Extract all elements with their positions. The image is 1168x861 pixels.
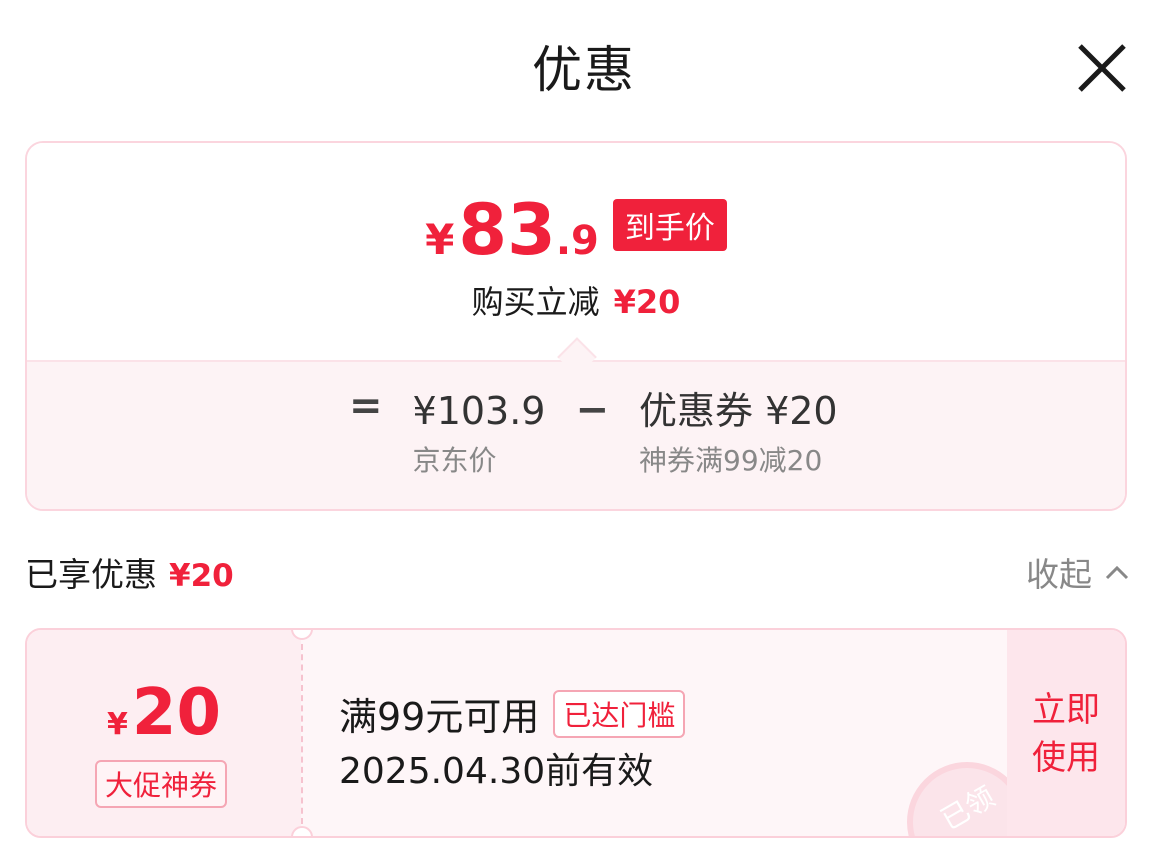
coupon-expiry: 2025.04.30前有效 (339, 751, 654, 792)
jd-price-label: 京东价 (412, 444, 497, 477)
final-price-badge: 到手价 (612, 199, 727, 251)
minus-sign: − (575, 387, 609, 433)
collapse-label: 收起 (1026, 555, 1092, 594)
final-price: ¥ 83 .9 (425, 195, 599, 265)
jd-price-column: ¥103.9 京东价 (413, 387, 546, 479)
equals-sign: = (349, 383, 383, 429)
coupon-currency: ¥ (107, 707, 128, 742)
final-price-decimal: .9 (555, 218, 599, 264)
coupon-notch-bottom (291, 826, 313, 836)
instant-reduce-row: 购买立减 ¥20 (27, 277, 1125, 323)
instant-reduce-amount: ¥20 (613, 283, 681, 321)
price-summary-top: ¥ 83 .9 到手价 购买立减 ¥20 (27, 143, 1125, 360)
coupon-value: 优惠券 ¥20 (639, 389, 838, 433)
coupon-type-tag: 大促神券 (95, 760, 228, 808)
enjoyed-label: 已享优惠 (25, 555, 157, 594)
coupon-condition: 满99元可用 (339, 695, 540, 739)
page-title: 优惠 (532, 41, 636, 99)
claimed-stamp-text: 已领 (935, 780, 1001, 837)
final-price-row: ¥ 83 .9 到手价 (27, 195, 1125, 265)
jd-price-value: ¥103.9 (412, 389, 546, 433)
coupon-column: 优惠券 ¥20 神券满99减20 (639, 387, 838, 479)
final-price-integer: 83 (458, 189, 556, 271)
coupon-amount-value: 20 (131, 676, 221, 750)
collapse-button[interactable]: 收起 (1026, 548, 1130, 596)
coupon-divider (301, 644, 303, 824)
threshold-reached-badge: 已达门槛 (553, 689, 686, 738)
coupon-label: 神券满99减20 (639, 444, 823, 477)
final-price-currency: ¥ (425, 215, 455, 264)
price-summary-card: ¥ 83 .9 到手价 购买立减 ¥20 = ¥103.9 京东价 − 优惠券 ¥… (25, 141, 1127, 511)
enjoyed-discount: 已享优惠 ¥20 (25, 548, 234, 596)
coupon-condition-row: 满99元可用 已达门槛 (339, 686, 686, 741)
use-now-button[interactable]: 立即 使用 (1007, 630, 1125, 836)
close-button[interactable] (1074, 40, 1130, 96)
chevron-up-icon (1105, 565, 1129, 580)
coupon-card[interactable]: ¥20 大促神券 满99元可用 已达门槛 2025.04.30前有效 已领 立即… (25, 628, 1127, 838)
price-formula: = ¥103.9 京东价 − 优惠券 ¥20 神券满99减20 (349, 383, 838, 479)
close-icon (1078, 44, 1126, 92)
instant-reduce-label: 购买立减 (471, 283, 600, 321)
enjoyed-amount: ¥20 (169, 558, 234, 594)
coupon-amount: ¥20 (27, 676, 301, 750)
